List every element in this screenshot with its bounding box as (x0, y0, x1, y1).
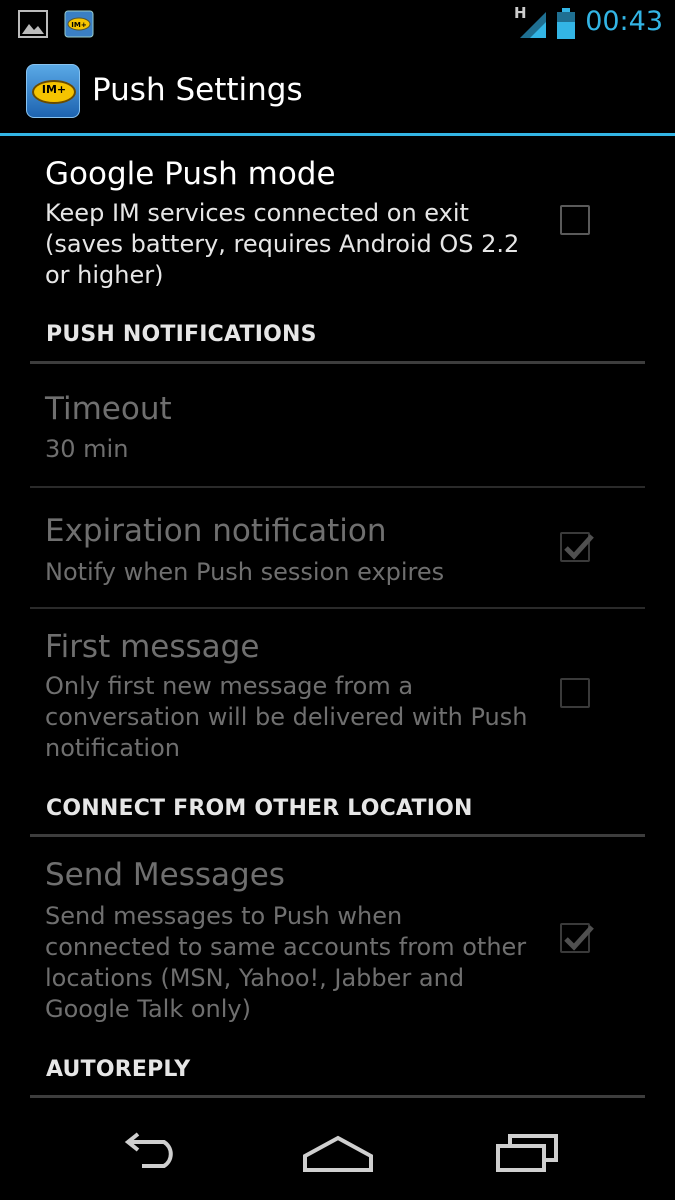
pref-summary: Notify when Push session expires (45, 558, 445, 586)
app-icon[interactable]: IM+ (26, 64, 80, 118)
pref-summary: Keep IM services connected on exit (save… (45, 199, 520, 289)
svg-text:IM+: IM+ (71, 21, 87, 29)
category-connect-other-location: CONNECT FROM OTHER LOCATION (46, 796, 473, 821)
pref-timeout[interactable]: Timeout 30 min (30, 364, 645, 486)
network-type-label: H (514, 4, 527, 22)
app-logo-text: IM+ (41, 83, 67, 96)
pref-first-message[interactable]: First message Only first new message fro… (30, 609, 645, 784)
action-bar: IM+ Push Settings (0, 48, 675, 134)
pref-summary: 30 min (45, 435, 129, 463)
navigation-bar (0, 1104, 675, 1200)
google-push-checkbox[interactable] (560, 205, 590, 235)
pref-title: Send Messages (45, 857, 285, 893)
category-push-notifications: PUSH NOTIFICATIONS (46, 322, 317, 347)
back-icon[interactable] (116, 1132, 184, 1176)
status-bar: IM+ H 00:43 (0, 0, 675, 48)
category-autoreply: AUTOREPLY (46, 1057, 191, 1082)
pref-summary: Only first new message from a conversati… (45, 672, 528, 762)
page-title: Push Settings (92, 72, 303, 108)
pref-summary: Send messages to Push when connected to … (45, 902, 527, 1023)
pref-title: First message (45, 629, 260, 665)
im-plus-icon: IM+ (64, 10, 94, 42)
pref-title: Google Push mode (45, 156, 336, 192)
pref-expiration-notification[interactable]: Expiration notification Notify when Push… (30, 488, 645, 608)
checkmark-icon (564, 534, 594, 560)
pref-google-push-mode[interactable]: Google Push mode Keep IM services connec… (30, 136, 645, 306)
status-time: 00:43 (585, 6, 663, 37)
battery-icon (556, 8, 576, 44)
category-divider (30, 1095, 645, 1098)
home-icon[interactable] (301, 1132, 375, 1176)
pref-title: Timeout (45, 391, 172, 427)
recent-apps-icon[interactable] (494, 1132, 560, 1176)
send-messages-checkbox[interactable] (560, 923, 594, 953)
expiration-checkbox[interactable] (560, 532, 594, 562)
checkmark-icon (564, 925, 594, 951)
gallery-icon (18, 10, 48, 42)
pref-title: Expiration notification (45, 513, 387, 549)
first-message-checkbox[interactable] (560, 678, 590, 708)
pref-send-messages[interactable]: Send Messages Send messages to Push when… (30, 837, 645, 1042)
